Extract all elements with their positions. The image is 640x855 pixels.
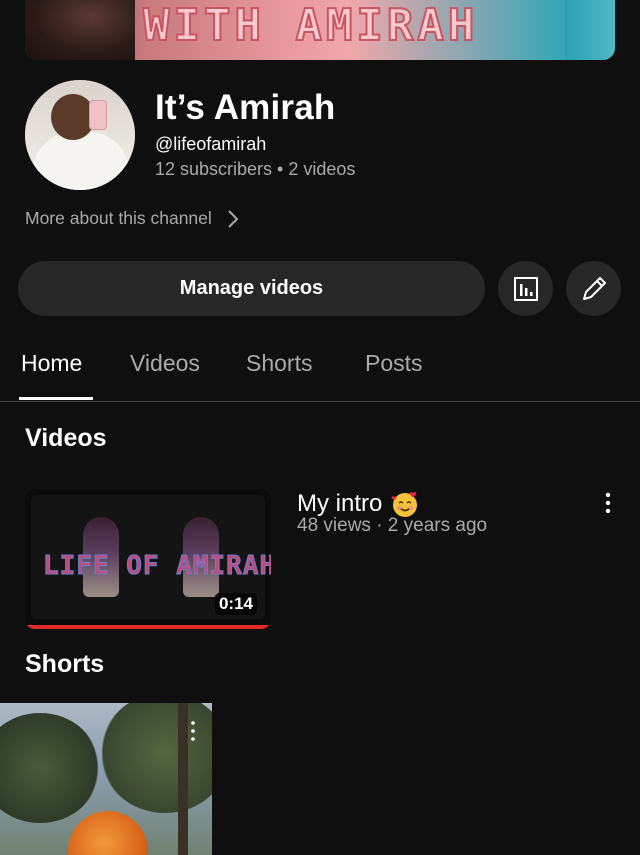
channel-name: It’s Amirah: [155, 88, 336, 127]
channel-avatar[interactable]: [25, 80, 135, 190]
banner-text: WITH AMIRAH: [142, 0, 479, 52]
tab-shorts[interactable]: Shorts: [246, 350, 312, 377]
shorts-section-title: Shorts: [25, 650, 105, 678]
tab-home[interactable]: Home: [21, 350, 82, 377]
video-meta: 48 views · 2 years ago: [297, 515, 488, 536]
analytics-icon: [513, 276, 538, 301]
channel-banner[interactable]: WITH AMIRAH: [25, 0, 615, 60]
short-more-options-icon[interactable]: [186, 718, 200, 744]
video-thumbnail[interactable]: LIFE OF AMIRAH 0:14: [25, 489, 271, 629]
more-about-label: More about this channel: [25, 208, 212, 228]
chevron-right-icon: [228, 209, 239, 228]
videos-section-title: Videos: [25, 424, 107, 452]
more-options-icon[interactable]: [598, 490, 618, 516]
video-duration: 0:14: [214, 593, 257, 615]
channel-handle: @lifeofamirah: [155, 134, 267, 154]
banner-right-graphic: [565, 0, 615, 60]
video-title-text: My intro: [297, 490, 383, 517]
more-about-channel-link[interactable]: More about this channel: [25, 208, 240, 229]
thumbnail-text: LIFE OF AMIRAH: [42, 551, 271, 582]
channel-page: WITH AMIRAH It’s Amirah @lifeofamirah 12…: [0, 0, 640, 855]
tab-posts[interactable]: Posts: [365, 350, 423, 377]
tab-videos[interactable]: Videos: [130, 350, 200, 377]
active-tab-indicator: [19, 397, 93, 400]
banner-photo: [25, 0, 135, 60]
manage-videos-button[interactable]: Manage videos: [18, 261, 485, 316]
channel-stats: 12 subscribers • 2 videos: [155, 159, 356, 179]
pencil-icon: [582, 276, 606, 300]
watch-progress-bar: [25, 625, 271, 629]
short-thumbnail[interactable]: [0, 703, 212, 855]
analytics-button[interactable]: [498, 261, 553, 316]
edit-channel-button[interactable]: [566, 261, 621, 316]
channel-tabs: Home Videos Shorts Posts: [0, 340, 640, 402]
